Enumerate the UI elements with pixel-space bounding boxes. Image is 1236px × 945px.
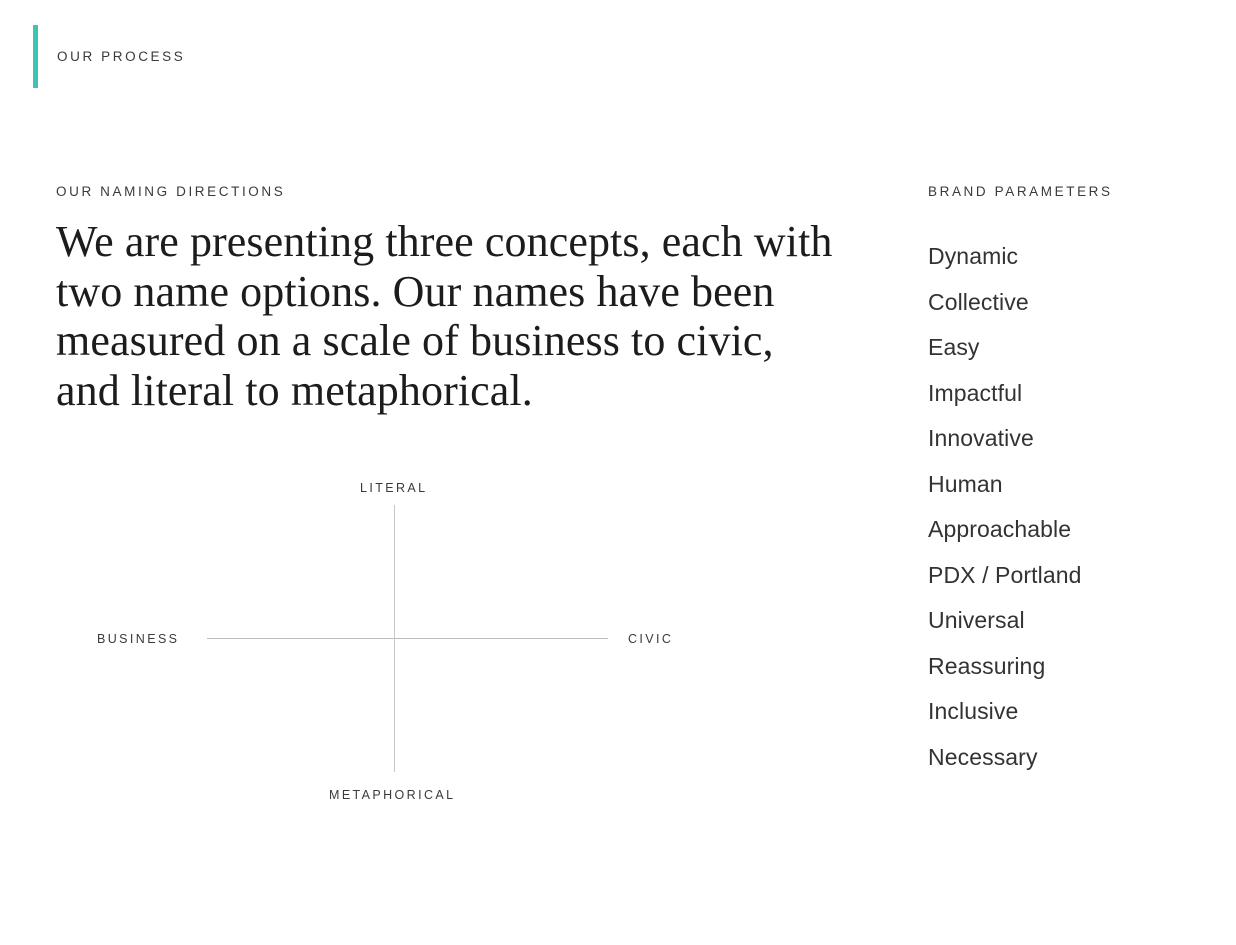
- list-item: Necessary: [928, 743, 1038, 770]
- matrix-horizontal-axis: [207, 638, 608, 639]
- naming-directions-section: OUR NAMING DIRECTIONS We are presenting …: [56, 184, 856, 415]
- axis-label-business: BUSINESS: [97, 632, 180, 646]
- list-item: Universal: [928, 607, 1025, 633]
- list-item: Easy: [928, 334, 980, 360]
- section-eyebrow-brand-parameters: BRAND PARAMETERS: [928, 184, 1113, 199]
- list-item: Human: [928, 470, 1003, 497]
- axis-label-metaphorical: METAPHORICAL: [329, 788, 456, 802]
- axis-label-civic: CIVIC: [628, 632, 674, 646]
- list-item: PDX / Portland: [928, 561, 1082, 588]
- slide-header: OUR PROCESS: [33, 25, 185, 88]
- list-item: Dynamic: [928, 243, 1019, 269]
- accent-bar: [33, 25, 38, 88]
- list-item: Inclusive: [928, 698, 1019, 724]
- list-item: Reassuring: [928, 652, 1046, 679]
- page-title: We are presenting three concepts, each w…: [56, 217, 833, 415]
- positioning-matrix: LITERAL METAPHORICAL BUSINESS CIVIC: [56, 470, 756, 815]
- slide-header-label: OUR PROCESS: [57, 49, 186, 64]
- list-item: Innovative: [928, 425, 1034, 451]
- section-eyebrow-naming-directions: OUR NAMING DIRECTIONS: [56, 184, 286, 199]
- matrix-vertical-axis: [394, 505, 395, 772]
- list-item: Approachable: [928, 516, 1072, 542]
- brand-parameters-list: Dynamic Collective Easy Impactful Innovative…: [928, 234, 1188, 780]
- list-item: Collective: [928, 288, 1029, 315]
- axis-label-literal: LITERAL: [360, 481, 428, 495]
- list-item: Impactful: [928, 379, 1023, 406]
- brand-parameters-section: BRAND PARAMETERS Dynamic Collective Easy Im…: [928, 184, 1188, 780]
